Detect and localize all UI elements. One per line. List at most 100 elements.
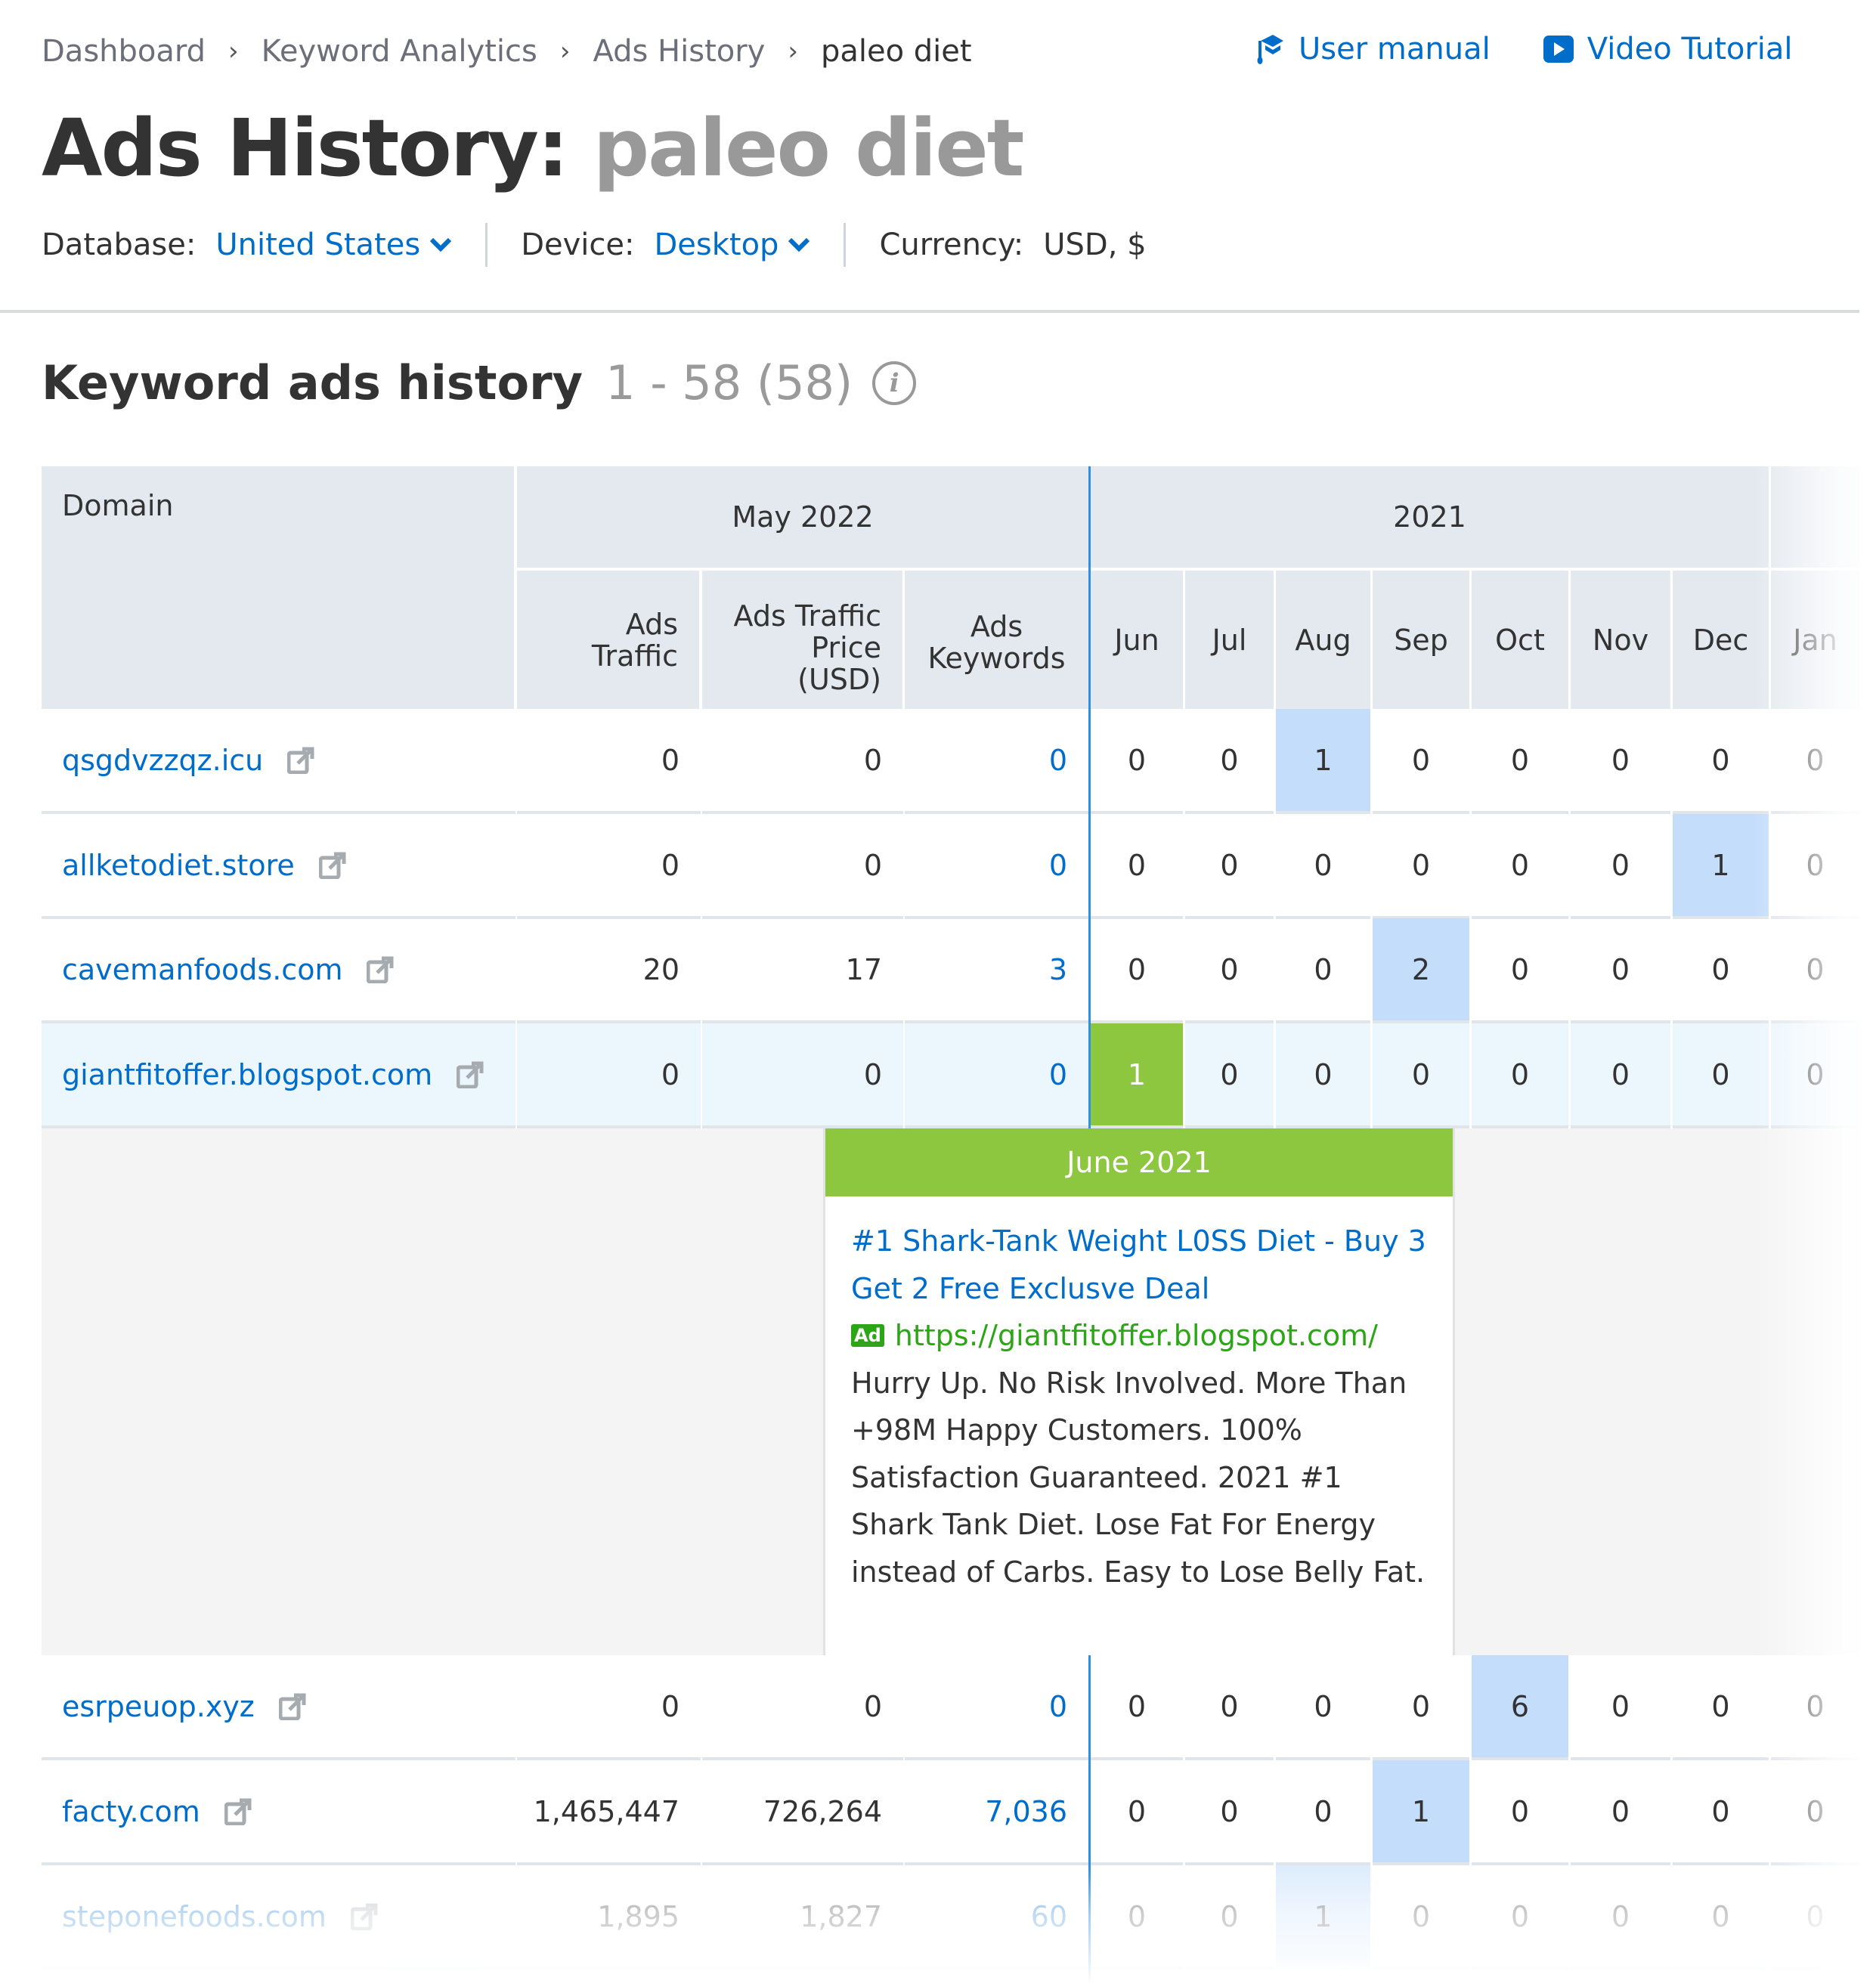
month-value-cell: 0: [1673, 1760, 1769, 1865]
month-value-cell: 0: [1185, 1760, 1274, 1865]
month-value-cell: 0: [1276, 1760, 1370, 1865]
month-value-cell: 0: [1472, 1865, 1568, 1970]
month-label: Oct: [1495, 623, 1545, 657]
month-value-cell[interactable]: 1: [1276, 1865, 1370, 1970]
column-header-month[interactable]: Jan: [1771, 571, 1859, 709]
month-value-cell: 0: [1091, 1655, 1183, 1760]
column-header-ads-traffic-price[interactable]: Ads Traffic Price (USD): [702, 571, 902, 709]
month-value-cell: 0: [1472, 1760, 1568, 1865]
month-value-cell: 0: [1771, 918, 1859, 1023]
domain-link[interactable]: cavemanfoods.com: [62, 953, 342, 986]
ads-traffic-value: 1,895: [517, 1865, 701, 1970]
domain-link[interactable]: allketodiet.store: [62, 849, 295, 882]
section-title: Keyword ads history 1 - 58 (58) i: [42, 355, 917, 410]
domain-link[interactable]: facty.com: [62, 1795, 200, 1828]
month-value-cell[interactable]: 2: [1373, 918, 1469, 1023]
current-period-divider: [1088, 1655, 1091, 1984]
month-value-cell: 0: [1673, 1865, 1769, 1970]
column-header-ads-traffic[interactable]: Ads Traffic: [517, 571, 699, 709]
ads-traffic-price-value: 0: [702, 709, 903, 814]
month-value-cell[interactable]: 1: [1091, 1023, 1183, 1128]
external-link-icon[interactable]: [366, 956, 394, 983]
month-value-cell[interactable]: 1: [1373, 1760, 1469, 1865]
graduation-cap-icon: [1257, 35, 1283, 64]
currency-label: Currency:: [879, 227, 1024, 262]
month-value-cell: 0: [1276, 814, 1370, 919]
column-header-month[interactable]: Nov: [1571, 571, 1670, 709]
column-header-month[interactable]: Jul: [1185, 571, 1274, 709]
ads-keywords-link[interactable]: 0: [905, 1023, 1088, 1128]
column-header-month[interactable]: Aug: [1276, 571, 1370, 709]
column-header-domain[interactable]: Domain: [42, 466, 514, 709]
chevron-right-icon: ›: [228, 36, 239, 67]
database-select[interactable]: United States: [215, 227, 452, 262]
domain-link[interactable]: giantfitoffer.blogspot.com: [62, 1058, 432, 1091]
ads-traffic-value: 20: [517, 918, 701, 1023]
breadcrumb-ads-history[interactable]: Ads History: [593, 34, 765, 69]
domain-link[interactable]: qsgdvzzqz.icu: [62, 744, 263, 777]
month-value-cell: 0: [1571, 814, 1670, 919]
month-value-cell: 0: [1091, 1760, 1183, 1865]
month-value-cell: 0: [1185, 709, 1274, 814]
ad-title-link[interactable]: #1 Shark-Tank Weight L0SS Diet - Buy 3 G…: [851, 1218, 1427, 1312]
current-period-divider: [1088, 466, 1091, 1128]
video-tutorial-link[interactable]: Video Tutorial: [1543, 32, 1793, 67]
chevron-down-icon: [430, 237, 452, 252]
column-header-ads-keywords[interactable]: Ads Keywords: [905, 571, 1088, 709]
info-icon[interactable]: i: [872, 361, 917, 405]
month-value-cell: 0: [1091, 918, 1183, 1023]
ads-keywords-link[interactable]: 0: [905, 814, 1088, 919]
ads-traffic-value: 1,465,447: [517, 1760, 701, 1865]
device-select[interactable]: Desktop: [654, 227, 810, 262]
chevron-right-icon: ›: [559, 36, 571, 67]
month-value-cell: 0: [1373, 1655, 1469, 1760]
ads-keywords-link[interactable]: 0: [905, 709, 1088, 814]
month-value-cell: 0: [1673, 1023, 1769, 1128]
domain-cell: steponefoods.com: [42, 1865, 515, 1970]
month-value-cell: 0: [1571, 918, 1670, 1023]
breadcrumb-dashboard[interactable]: Dashboard: [42, 34, 206, 69]
filters-bar: Database: United States Device: Desktop …: [42, 223, 1147, 267]
ad-url[interactable]: https://giantfitoffer.blogspot.com/: [895, 1312, 1378, 1360]
month-value-cell: 0: [1373, 709, 1469, 814]
column-header-month[interactable]: Jun: [1091, 571, 1183, 709]
ads-keywords-link[interactable]: 60: [905, 1865, 1088, 1970]
column-header-month[interactable]: Oct: [1472, 571, 1568, 709]
ad-detail-popup: June 2021 #1 Shark-Tank Weight L0SS Diet…: [823, 1128, 1455, 1655]
column-header-month[interactable]: Dec: [1673, 571, 1769, 709]
device-value: Desktop: [654, 227, 779, 262]
month-value-cell: 0: [1185, 1865, 1274, 1970]
ads-keywords-link[interactable]: 3: [905, 918, 1088, 1023]
external-link-icon[interactable]: [318, 852, 346, 879]
domain-cell: qsgdvzzqz.icu: [42, 709, 515, 814]
ads-keywords-link[interactable]: 0: [905, 1655, 1088, 1760]
external-link-icon[interactable]: [224, 1798, 252, 1825]
column-header-month[interactable]: Sep: [1373, 571, 1469, 709]
month-value-cell: 0: [1771, 1655, 1859, 1760]
external-link-icon[interactable]: [286, 747, 314, 774]
ads-keywords-link[interactable]: 7,036: [905, 1760, 1088, 1865]
user-manual-link[interactable]: User manual: [1255, 32, 1491, 67]
database-value: United States: [215, 227, 421, 262]
popup-month-header: June 2021: [825, 1128, 1453, 1196]
month-value-cell[interactable]: 1: [1276, 709, 1370, 814]
month-value-cell: 0: [1091, 709, 1183, 814]
month-value-cell[interactable]: 6: [1472, 1655, 1568, 1760]
domain-link[interactable]: steponefoods.com: [62, 1900, 327, 1933]
month-value-cell: 0: [1771, 709, 1859, 814]
month-value-cell: 0: [1472, 918, 1568, 1023]
month-value-cell: 0: [1185, 1023, 1274, 1128]
domain-link[interactable]: esrpeuop.xyz: [62, 1690, 255, 1723]
page-title: Ads History: paleo diet: [42, 102, 1024, 194]
month-value-cell: 0: [1673, 918, 1769, 1023]
external-link-icon[interactable]: [350, 1903, 378, 1930]
month-value-cell: 0: [1091, 1865, 1183, 1970]
month-value-cell[interactable]: 1: [1673, 814, 1769, 919]
external-link-icon[interactable]: [456, 1061, 484, 1088]
play-video-icon: [1543, 36, 1574, 63]
domain-cell: esrpeuop.xyz: [42, 1655, 515, 1760]
breadcrumb-keyword-analytics[interactable]: Keyword Analytics: [262, 34, 537, 69]
page-title-prefix: Ads History:: [42, 102, 568, 194]
ad-badge-icon: Ad: [851, 1324, 884, 1348]
external-link-icon[interactable]: [278, 1693, 306, 1720]
